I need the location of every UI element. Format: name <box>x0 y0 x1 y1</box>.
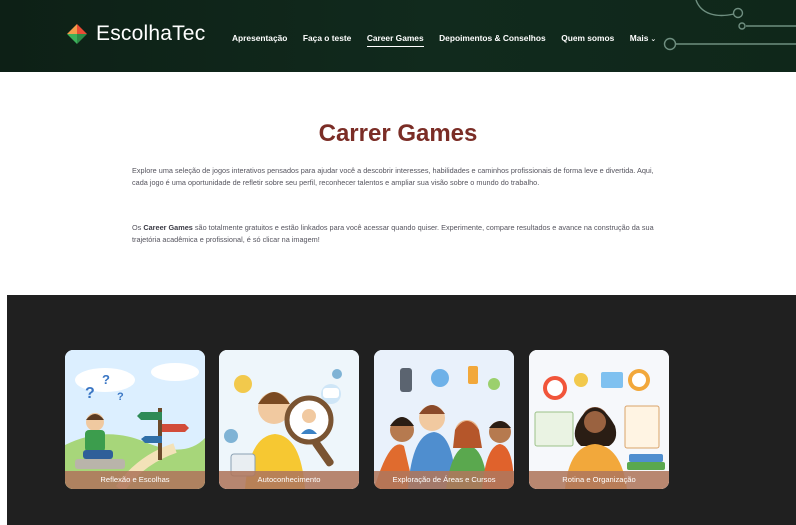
nav-item-apresentacao[interactable]: Apresentação <box>232 33 287 43</box>
nav-item-career-games[interactable]: Career Games <box>366 33 424 47</box>
game-card-autoconhecimento[interactable]: Autoconhecimento <box>219 350 359 489</box>
game-card-exploracao[interactable]: Exploração de Áreas e Cursos <box>374 350 514 489</box>
self-knowledge-illustration <box>219 350 359 489</box>
exploration-illustration <box>374 350 514 489</box>
chevron-down-icon: ⌄ <box>650 36 657 43</box>
intro-paragraph-2-prefix: Os <box>132 223 144 232</box>
reflection-illustration: ? ? ? <box>65 350 205 489</box>
site-header: EscolhaTec Apresentação Faça o teste Car… <box>0 0 796 72</box>
game-card-label: Rotina e Organização <box>529 471 669 489</box>
site-logo[interactable]: EscolhaTec <box>66 22 205 46</box>
games-section: ? ? ? Reflexão e Escolhas Autoconhecimen… <box>7 295 796 525</box>
svg-text:?: ? <box>102 372 110 387</box>
intro-paragraph-1: Explore uma seleção de jogos interativos… <box>132 166 654 187</box>
svg-text:?: ? <box>117 391 124 403</box>
intro-paragraph-2: Os Career Games são totalmente gratuitos… <box>132 222 660 246</box>
nav-item-mais[interactable]: Mais ⌄ <box>630 33 657 43</box>
svg-text:?: ? <box>85 385 95 402</box>
nav-item-faca-o-teste[interactable]: Faça o teste <box>303 33 351 43</box>
logo-text: EscolhaTec <box>96 22 206 45</box>
circuit-decoration <box>663 0 796 51</box>
main-nav: Apresentação Faça o teste Career Games D… <box>232 33 672 47</box>
nav-item-depoimentos[interactable]: Depoimentos & Conselhos <box>439 33 546 43</box>
nav-item-mais-label: Mais <box>629 33 649 43</box>
career-games-emphasis: Career Games <box>143 223 193 232</box>
game-card-rotina[interactable]: Rotina e Organização <box>529 350 669 489</box>
routine-illustration <box>529 350 669 489</box>
game-card-reflexao[interactable]: ? ? ? Reflexão e Escolhas <box>65 350 205 489</box>
logo-icon <box>67 24 87 44</box>
game-card-label: Reflexão e Escolhas <box>65 471 205 489</box>
game-card-label: Autoconhecimento <box>219 471 359 489</box>
page-title: Carrer Games <box>318 120 478 147</box>
intro-paragraph-2-rest: são totalmente gratuitos e estão linkado… <box>132 223 654 244</box>
game-card-label: Exploração de Áreas e Cursos <box>374 471 514 489</box>
nav-item-quem-somos[interactable]: Quem somos <box>561 33 614 43</box>
